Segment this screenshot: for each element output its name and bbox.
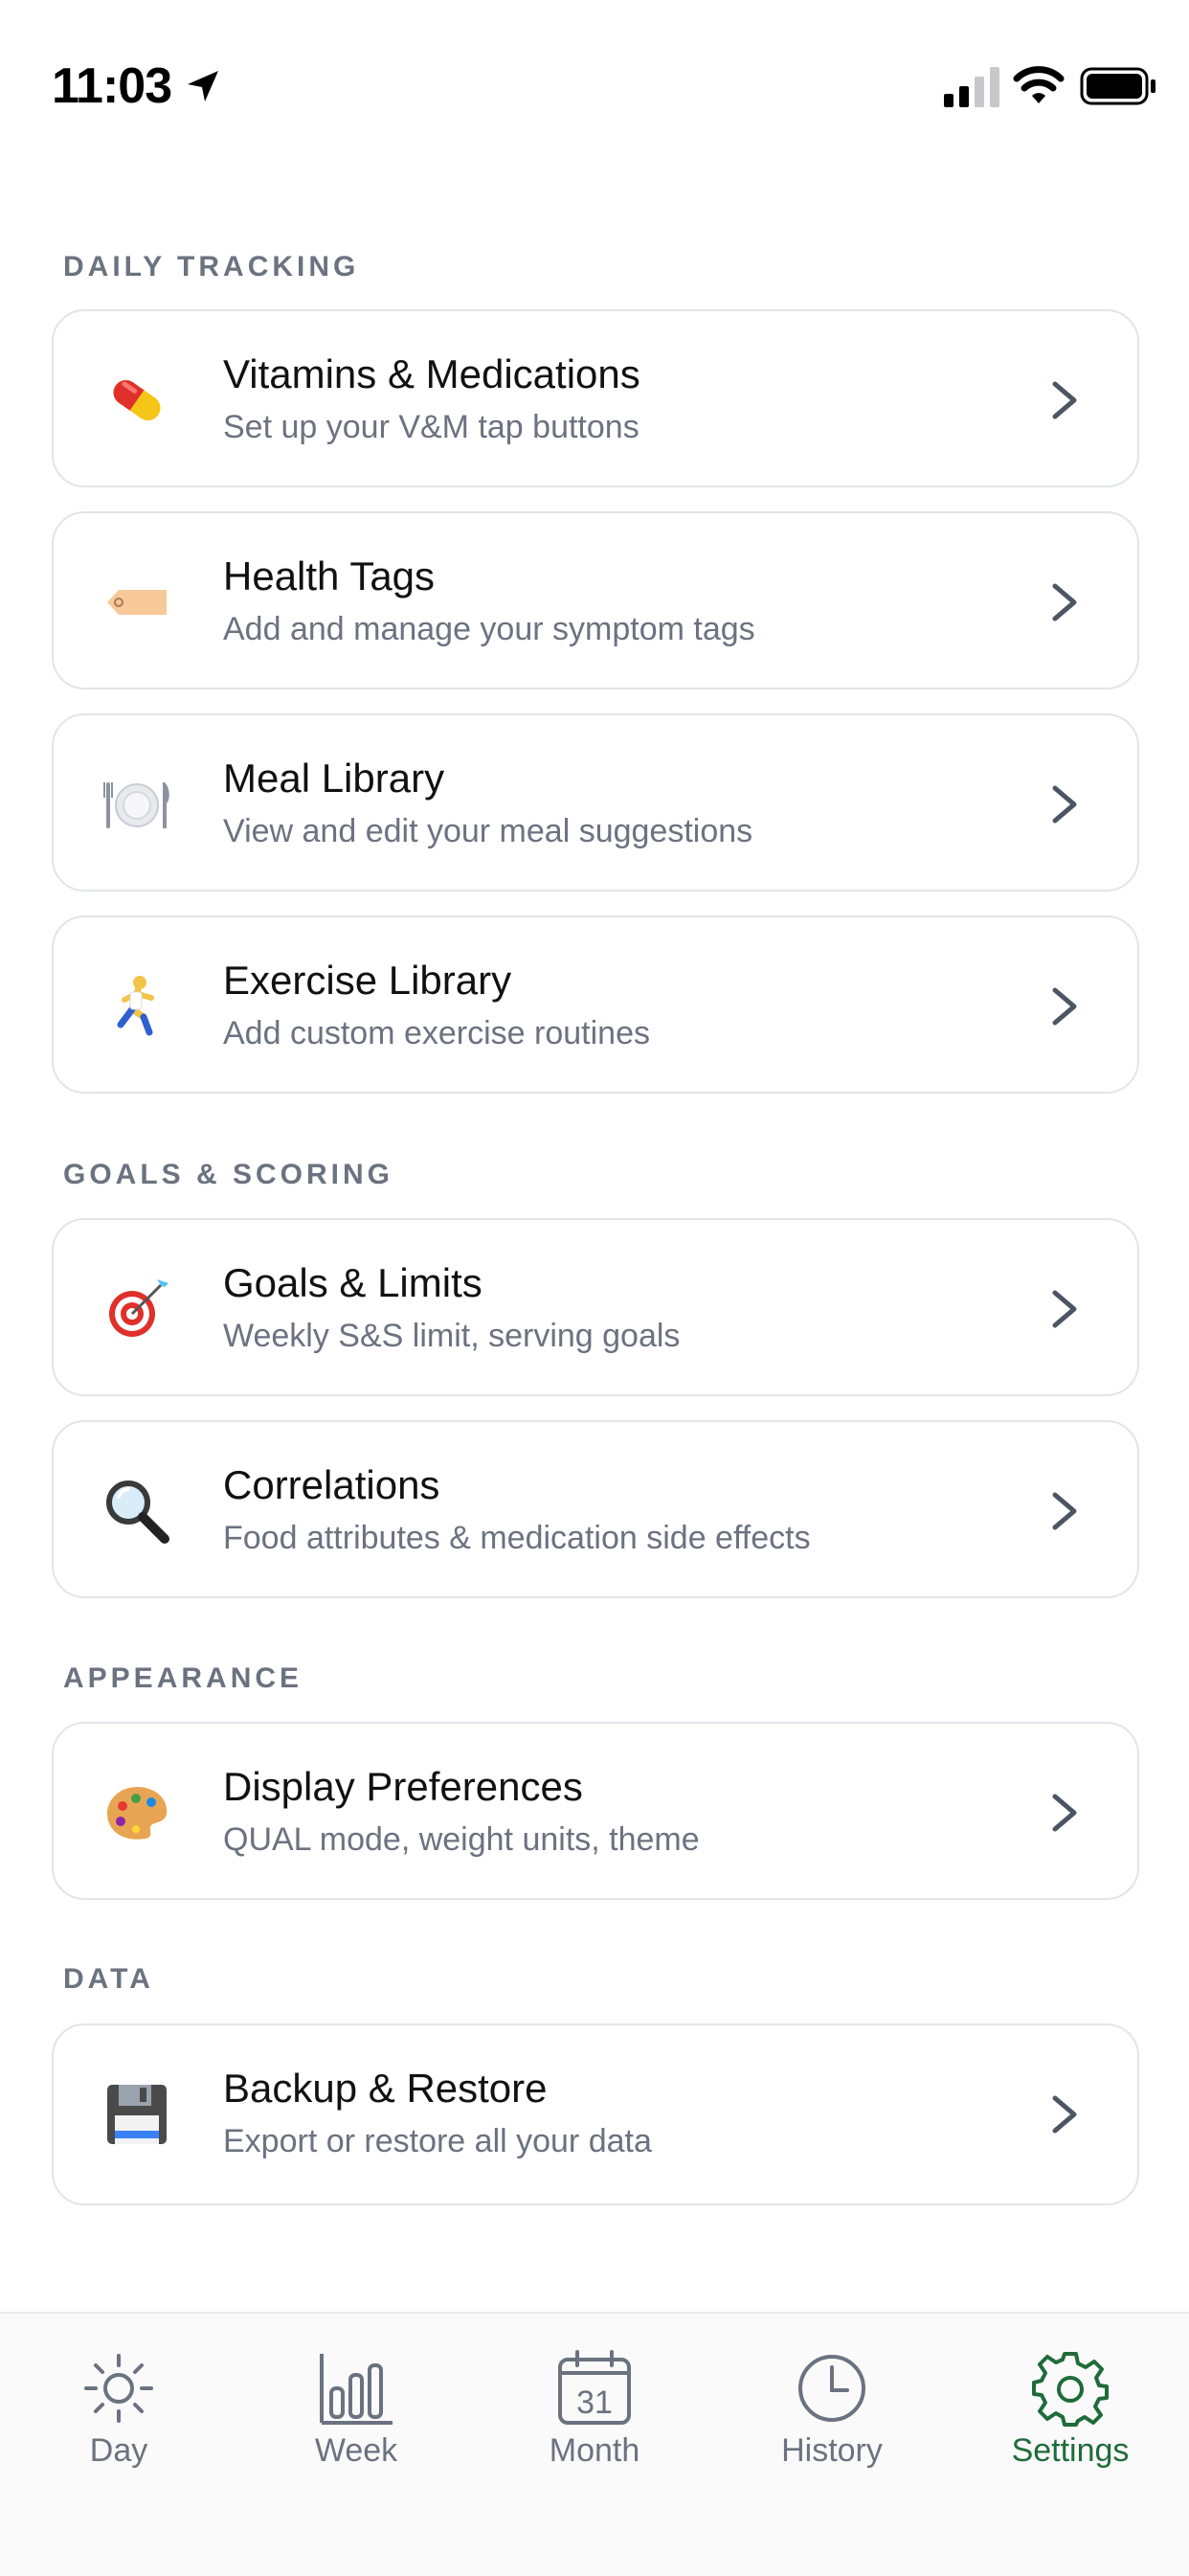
tab-label: Week — [314, 2432, 398, 2469]
palette-icon — [107, 1787, 168, 1840]
settings-item-meal-library[interactable]: Meal Library View and edit your meal sug… — [52, 713, 1139, 892]
item-title: Goals & Limits — [223, 1260, 482, 1305]
tab-month[interactable]: 31 Month — [476, 2337, 713, 2480]
item-subtitle: Weekly S&S limit, serving goals — [223, 1318, 681, 1354]
floppy-disk-icon — [107, 2085, 167, 2144]
item-subtitle: Add and manage your symptom tags — [223, 611, 755, 647]
item-title: Health Tags — [223, 554, 436, 599]
magnifier-icon — [106, 1480, 169, 1544]
tab-label: Day — [89, 2432, 148, 2469]
chevron-right-icon — [1052, 987, 1077, 1026]
chevron-right-icon — [1052, 1290, 1077, 1328]
item-subtitle: Food attributes & medication side effect… — [223, 1520, 811, 1556]
tab-history[interactable]: History — [713, 2337, 951, 2480]
tab-label: Settings — [1011, 2432, 1130, 2469]
item-title: Vitamins & Medications — [223, 351, 640, 396]
chevron-right-icon — [1052, 785, 1077, 824]
settings-item-correlations[interactable]: Correlations Food attributes & medicatio… — [52, 1420, 1139, 1598]
tab-settings[interactable]: Settings — [952, 2337, 1189, 2480]
chevron-right-icon — [1052, 1492, 1077, 1530]
clock-icon — [798, 2355, 865, 2422]
location-arrow-icon — [188, 71, 218, 102]
plate-icon — [103, 782, 169, 828]
section-title-daily-tracking: DAILY TRACKING — [63, 251, 360, 282]
scroll-area-bottom — [0, 2208, 1189, 2312]
settings-item-exercise-library[interactable]: Exercise Library Add custom exercise rou… — [52, 915, 1139, 1094]
item-title: Correlations — [223, 1462, 440, 1507]
tab-bar: Day Week 31 Month History Settings — [0, 2312, 1189, 2576]
calendar-icon: 31 — [558, 2350, 631, 2425]
item-title: Meal Library — [223, 756, 445, 801]
sun-icon — [84, 2354, 153, 2423]
settings-item-health-tags[interactable]: Health Tags Add and manage your symptom … — [52, 511, 1139, 689]
pill-icon — [113, 379, 161, 421]
calendar-day-number: 31 — [576, 2384, 613, 2421]
target-icon — [109, 1279, 168, 1337]
chevron-right-icon — [1052, 2095, 1077, 2134]
item-subtitle: Export or restore all your data — [223, 2123, 652, 2159]
cellular-signal-icon — [944, 67, 999, 107]
tab-label: Month — [549, 2432, 640, 2469]
section-title-goals-scoring: GOALS & SCORING — [63, 1159, 394, 1190]
item-subtitle: View and edit your meal suggestions — [223, 813, 753, 849]
status-time: 11:03 — [52, 58, 172, 114]
settings-item-display-preferences[interactable]: Display Preferences QUAL mode, weight un… — [52, 1722, 1139, 1900]
tab-day[interactable]: Day — [0, 2337, 237, 2480]
tab-label: History — [781, 2432, 883, 2469]
wifi-icon — [1013, 66, 1065, 103]
section-title-data: DATA — [63, 1963, 154, 1995]
tag-icon — [107, 590, 167, 615]
section-title-appearance: APPEARANCE — [63, 1662, 303, 1694]
status-bar: 11:03 — [0, 0, 1189, 172]
item-title: Backup & Restore — [223, 2066, 548, 2111]
chevron-right-icon — [1052, 1794, 1077, 1832]
item-subtitle: QUAL mode, weight units, theme — [223, 1821, 700, 1858]
item-title: Exercise Library — [223, 958, 512, 1003]
item-subtitle: Set up your V&M tap buttons — [223, 409, 639, 445]
settings-item-vitamins-medications[interactable]: Vitamins & Medications Set up your V&M t… — [52, 309, 1139, 487]
chevron-right-icon — [1052, 583, 1077, 621]
runner-icon — [117, 976, 154, 1036]
settings-item-backup-restore[interactable]: Backup & Restore Export or restore all y… — [52, 2023, 1139, 2205]
battery-icon — [1080, 67, 1155, 105]
bar-chart-icon — [320, 2354, 393, 2425]
item-title: Display Preferences — [223, 1764, 583, 1809]
item-subtitle: Add custom exercise routines — [223, 1015, 650, 1051]
settings-item-goals-limits[interactable]: Goals & Limits Weekly S&S limit, serving… — [52, 1218, 1139, 1396]
tab-week[interactable]: Week — [237, 2337, 475, 2480]
chevron-right-icon — [1052, 381, 1077, 419]
gear-icon — [1032, 2352, 1109, 2427]
